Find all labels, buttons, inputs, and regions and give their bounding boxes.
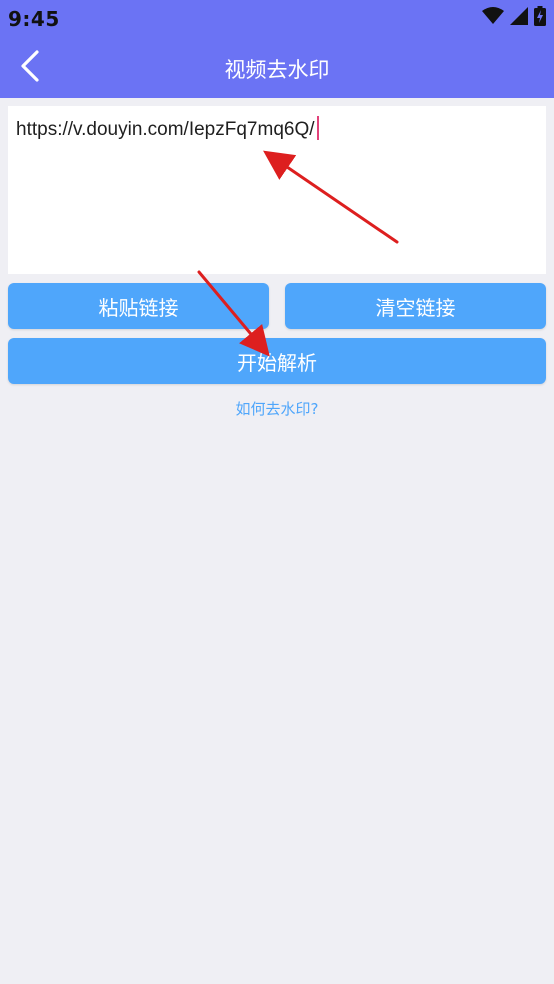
status-time: 9:45: [8, 7, 60, 31]
clear-link-button[interactable]: 清空链接: [285, 283, 546, 329]
link-input[interactable]: https://v.douyin.com/IepzFq7mq6Q/: [8, 106, 546, 274]
start-parse-button[interactable]: 开始解析: [8, 338, 546, 384]
text-caret: [316, 116, 319, 140]
wifi-icon: [482, 7, 504, 29]
link-input-value: https://v.douyin.com/IepzFq7mq6Q/: [16, 119, 315, 140]
page-title: 视频去水印: [224, 58, 330, 82]
app-header: 视频去水印: [0, 36, 554, 98]
status-bar: 9:45: [0, 0, 554, 36]
paste-link-button[interactable]: 粘贴链接: [8, 283, 269, 329]
signal-icon: [510, 7, 528, 29]
how-to-remove-watermark-link[interactable]: 如何去水印?: [0, 398, 554, 419]
battery-charging-icon: [534, 6, 546, 30]
status-icons: [482, 6, 546, 30]
